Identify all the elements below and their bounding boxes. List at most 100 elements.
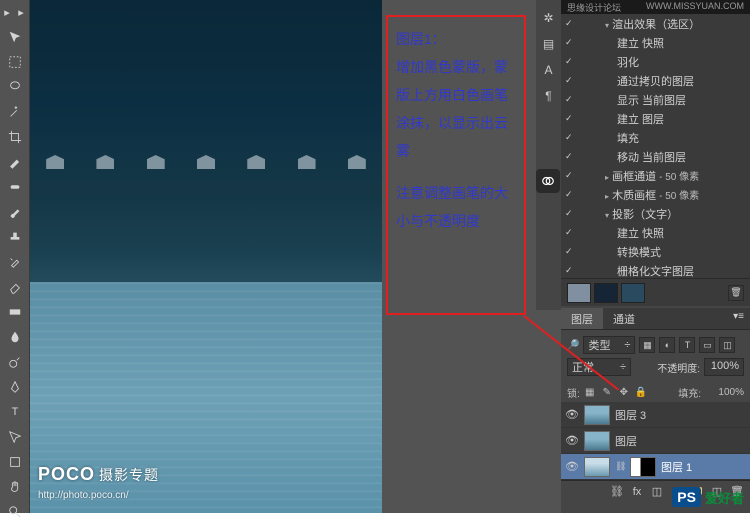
link-layers-icon[interactable]: ⛓ (610, 485, 624, 499)
lock-row: 锁: ▦ ✎ ✥ 🔒 填充: 100% (561, 382, 750, 402)
marquee-tool[interactable] (1, 50, 29, 74)
mask-icon[interactable]: ◫ (650, 485, 664, 499)
lock-pixel-icon[interactable]: ✎ (600, 385, 614, 399)
filter-smart-icon[interactable]: ◫ (719, 337, 735, 353)
branding-bar: 思缘设计论坛WWW.MISSYUAN.COM (561, 0, 750, 14)
paragraph-icon[interactable]: ¶ (541, 88, 557, 104)
crop-tool[interactable] (1, 125, 29, 149)
canvas-image: POCO摄影专题 http://photo.poco.cn/ (30, 0, 382, 513)
swatch-row: 🗑 (561, 278, 750, 306)
eyedropper-tool[interactable] (1, 150, 29, 174)
poco-url: http://photo.poco.cn/ (38, 490, 129, 501)
filter-adjust-icon[interactable]: ◐ (659, 337, 675, 353)
lock-trans-icon[interactable]: ▦ (583, 385, 597, 399)
tab-channels[interactable]: 通道 (603, 308, 645, 329)
history-item[interactable]: ✓ 建立 图层 (561, 109, 750, 128)
visibility-icon[interactable]: 👁 (565, 460, 579, 473)
swatch-delete-icon[interactable]: 🗑 (728, 285, 744, 301)
history-item[interactable]: ✓▾ 投影（文字） (561, 204, 750, 223)
opacity-value[interactable]: 100% (704, 358, 744, 376)
filter-pixel-icon[interactable]: ▦ (639, 337, 655, 353)
brush-tool[interactable] (1, 200, 29, 224)
history-item[interactable]: ✓ 羽化 (561, 52, 750, 71)
mask-link-icon[interactable]: ⛓ (615, 461, 625, 472)
history-item[interactable]: ✓ 栅格化文字图层 (561, 261, 750, 278)
gradient-tool[interactable] (1, 300, 29, 324)
stamp-tool[interactable] (1, 225, 29, 249)
history-item[interactable]: ✓ 转换模式 (561, 242, 750, 261)
tools-toolbar: ▸▸ T (0, 0, 30, 513)
layer-name: 图层 1 (661, 459, 692, 475)
annotation-p1: 增加黑色蒙版，蒙版上方用白色画笔涂抹，以显示出云雾 (396, 53, 516, 165)
layer-row[interactable]: 👁 图层 (561, 428, 750, 454)
swatch-thumb[interactable] (621, 283, 645, 303)
history-item[interactable]: ✓ 建立 快照 (561, 33, 750, 52)
poco-watermark: POCO摄影专题 (38, 464, 159, 485)
history-item[interactable]: ✓ 移动 当前图层 (561, 147, 750, 166)
visibility-icon[interactable]: 👁 (565, 408, 579, 421)
visibility-icon[interactable]: 👁 (565, 434, 579, 447)
lock-pos-icon[interactable]: ✥ (617, 385, 631, 399)
lock-all-icon[interactable]: 🔒 (634, 385, 648, 399)
eraser-tool[interactable] (1, 275, 29, 299)
image-houses (30, 155, 382, 185)
panel-tabs: 图层 通道 ▾≡ (561, 308, 750, 330)
tool-collapse2[interactable]: ▸ (14, 0, 28, 24)
panels-area: 思缘设计论坛WWW.MISSYUAN.COM ✓▾ 渲出效果（选区）✓ 建立 快… (561, 0, 750, 513)
filter-type-icon[interactable]: T (679, 337, 695, 353)
pen-tool[interactable] (1, 375, 29, 399)
filter-shape-icon[interactable]: ▭ (699, 337, 715, 353)
right-icon-column: ✲ ▤ A ¶ (536, 0, 561, 310)
history-item[interactable]: ✓▸ 画框通道 - 50 像素 (561, 166, 750, 185)
tool-collapse[interactable]: ▸ (0, 0, 14, 24)
shape-tool[interactable] (1, 450, 29, 474)
history-item[interactable]: ✓▸ 木质画框 - 50 像素 (561, 185, 750, 204)
fx-icon[interactable]: fx (630, 485, 644, 499)
histogram-icon[interactable]: ▤ (541, 36, 557, 52)
image-trees (30, 120, 382, 300)
history-item[interactable]: ✓ 通过拷贝的图层 (561, 71, 750, 90)
zoom-tool[interactable] (1, 500, 29, 524)
history-brush-tool[interactable] (1, 250, 29, 274)
adobe-cc-icon[interactable] (536, 169, 560, 193)
annotation-box: 图层1： 增加黑色蒙版，蒙版上方用白色画笔涂抹，以显示出云雾 注意调整画笔的大小… (386, 15, 526, 315)
history-item[interactable]: ✓ 建立 快照 (561, 223, 750, 242)
layer-name: 图层 3 (615, 407, 646, 423)
canvas-area[interactable]: POCO摄影专题 http://photo.poco.cn/ (30, 0, 382, 513)
heal-tool[interactable] (1, 175, 29, 199)
opacity-label: 不透明度: (657, 360, 700, 375)
hand-tool[interactable] (1, 475, 29, 499)
layer-thumb[interactable] (584, 405, 610, 425)
layer-mask-thumb[interactable] (630, 457, 656, 477)
blur-tool[interactable] (1, 325, 29, 349)
swatch-thumb[interactable] (594, 283, 618, 303)
move-tool[interactable] (1, 25, 29, 49)
layer-thumb[interactable] (584, 431, 610, 451)
lock-label: 锁: (567, 385, 580, 400)
tab-layers[interactable]: 图层 (561, 308, 603, 329)
photoshop-window: ▸▸ T POCO摄影专题 http:// (0, 0, 750, 513)
history-item[interactable]: ✓▾ 渲出效果（选区） (561, 14, 750, 33)
swatch-thumb[interactable] (567, 283, 591, 303)
layer-name: 图层 (615, 433, 637, 449)
layer-row[interactable]: 👁 图层 3 (561, 402, 750, 428)
layer-kind-select[interactable]: 类型÷ (583, 336, 635, 354)
type-tool[interactable]: T (1, 400, 29, 424)
dodge-tool[interactable] (1, 350, 29, 374)
annotation-title: 图层1： (396, 25, 516, 53)
panel-menu-icon[interactable]: ▾≡ (727, 308, 750, 329)
fill-label: 填充: (678, 385, 701, 400)
lasso-tool[interactable] (1, 75, 29, 99)
fill-value[interactable]: 100% (704, 387, 744, 398)
wand-tool[interactable] (1, 100, 29, 124)
layer-row[interactable]: 👁 ⛓ 图层 1 (561, 454, 750, 480)
path-tool[interactable] (1, 425, 29, 449)
char-icon[interactable]: A (541, 62, 557, 78)
history-item[interactable]: ✓ 填充 (561, 128, 750, 147)
ps-watermark: PS 爱好者 (672, 487, 744, 507)
compass-icon[interactable]: ✲ (541, 10, 557, 26)
layer-thumb[interactable] (584, 457, 610, 477)
history-item[interactable]: ✓ 显示 当前图层 (561, 90, 750, 109)
layers-panel: 图层 通道 ▾≡ 🔎 类型÷ ▦ ◐ T ▭ ◫ 正常÷ 不透明度: 100% (561, 308, 750, 513)
layers-list: 👁 图层 3 👁 图层 👁 ⛓ 图层 1 (561, 402, 750, 480)
